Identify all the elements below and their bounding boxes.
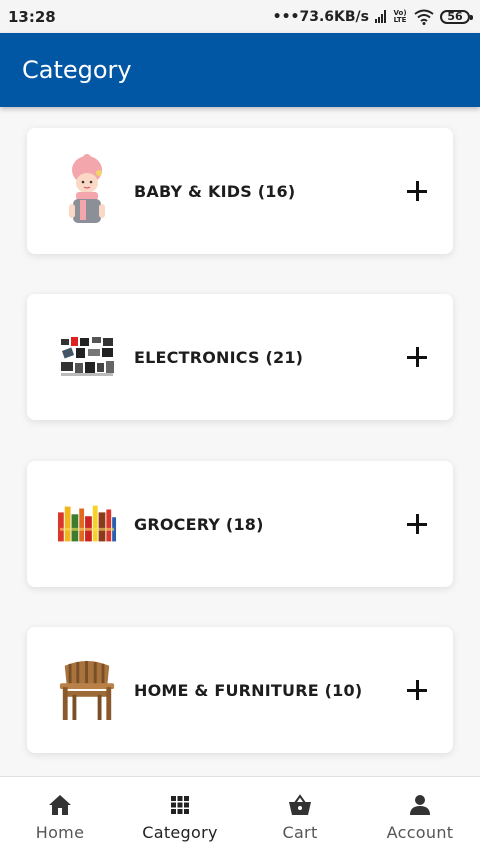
nav-label: Home <box>35 822 85 842</box>
plus-icon[interactable] <box>405 179 429 203</box>
person-icon <box>410 794 430 815</box>
category-card-grocery[interactable]: GROCERY (18) <box>27 461 453 587</box>
status-indicators: •••73.6KB/s Vo) LTE 56 <box>272 8 473 25</box>
app-bar: Category <box>0 33 480 107</box>
status-time: 13:28 <box>8 7 56 26</box>
plus-icon[interactable] <box>405 678 429 702</box>
category-label: ELECTRONICS (21) <box>134 347 304 367</box>
plus-icon[interactable] <box>405 345 429 369</box>
category-label: HOME & FURNITURE (10) <box>134 680 363 700</box>
nav-label: Cart <box>282 822 318 842</box>
category-list[interactable]: BABY & KIDS (16) ELECTRONICS (21) GROCER… <box>0 107 480 776</box>
status-bar: 13:28 •••73.6KB/s Vo) LTE 56 <box>0 0 480 33</box>
volte-icon: Vo) LTE <box>393 8 407 24</box>
nav-label: Account <box>386 822 454 842</box>
category-label: GROCERY (18) <box>134 514 264 534</box>
category-card-baby-kids[interactable]: BABY & KIDS (16) <box>27 128 453 254</box>
nav-item-account[interactable]: Account <box>360 777 480 853</box>
nav-label: Category <box>142 822 218 842</box>
battery-icon: 56 <box>440 9 473 24</box>
home-icon <box>49 794 71 815</box>
nav-item-cart[interactable]: Cart <box>240 777 360 853</box>
electronics-photo <box>57 320 117 394</box>
signal-icon <box>375 10 386 23</box>
page-title: Category <box>22 56 132 84</box>
grid-icon <box>171 795 189 814</box>
network-speed: •••73.6KB/s <box>272 8 369 25</box>
baby-photo <box>57 154 117 228</box>
nav-item-category[interactable]: Category <box>120 777 240 853</box>
nav-item-home[interactable]: Home <box>0 777 120 853</box>
basket-icon <box>289 793 311 815</box>
category-card-home-furniture[interactable]: HOME & FURNITURE (10) <box>27 627 453 753</box>
category-card-electronics[interactable]: ELECTRONICS (21) <box>27 294 453 420</box>
category-label: BABY & KIDS (16) <box>134 181 296 201</box>
plus-icon[interactable] <box>405 512 429 536</box>
bottom-nav: Home Category Cart Account <box>0 776 480 853</box>
wifi-icon <box>414 9 434 25</box>
grocery-photo <box>57 487 117 561</box>
chair-photo <box>57 653 117 727</box>
